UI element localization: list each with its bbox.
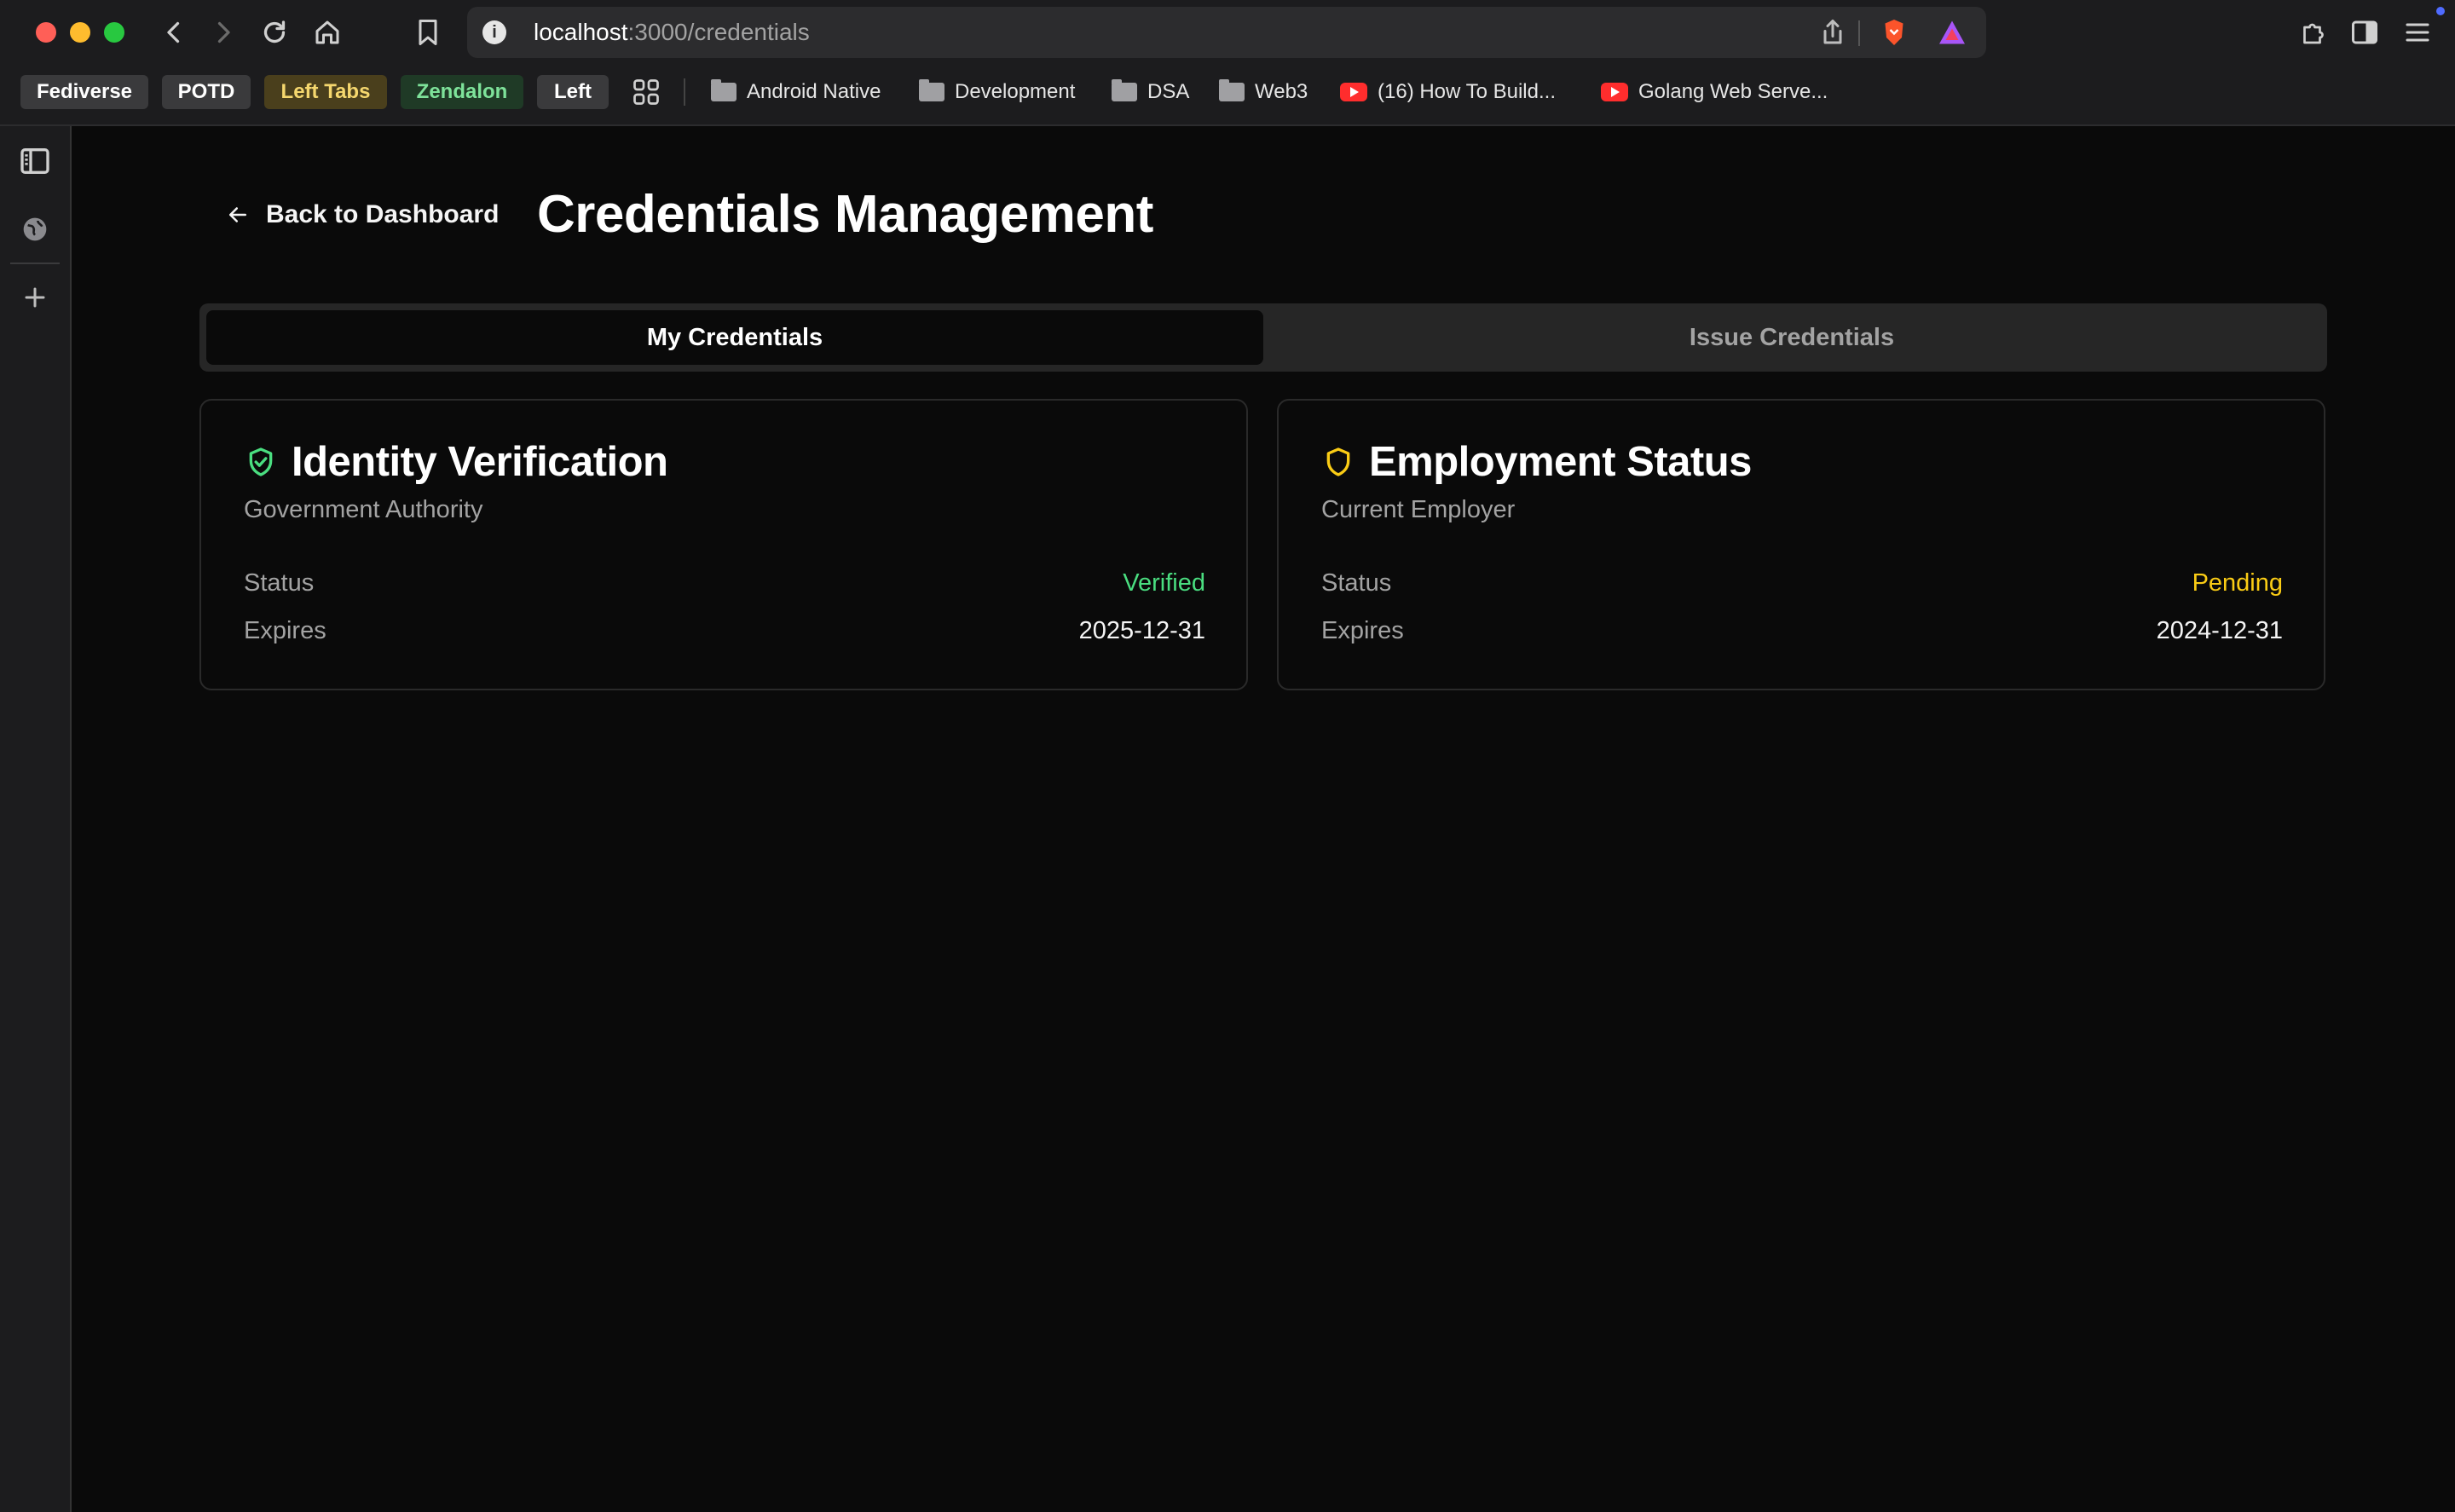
expires-label: Expires: [1321, 617, 1404, 644]
card-issuer: Government Authority: [244, 496, 483, 523]
minimize-window-button[interactable]: [70, 22, 90, 43]
folder-icon: [1112, 79, 1137, 101]
home-button[interactable]: [309, 15, 346, 49]
sidebar-panel-button[interactable]: [15, 141, 55, 181]
bookmark-label: Android Native: [747, 80, 881, 103]
youtube-icon: [1340, 83, 1367, 101]
back-to-dashboard-button[interactable]: Back to Dashboard: [225, 194, 499, 235]
card-header: Identity Verification: [244, 436, 668, 488]
url-text[interactable]: localhost:3000/credentials: [534, 17, 810, 48]
shield-check-icon: [249, 447, 273, 476]
grid-icon: [633, 79, 659, 105]
bookmark-web3[interactable]: Web3: [1219, 75, 1308, 109]
sidebar-divider: [10, 263, 60, 264]
status-value: Verified: [1123, 569, 1205, 597]
credentials-tabs: My Credentials Issue Credentials: [199, 303, 2327, 372]
reload-button[interactable]: [256, 15, 293, 49]
card-issuer: Current Employer: [1321, 496, 1516, 523]
bookmark-label: DSA: [1147, 80, 1190, 103]
notification-dot: [2436, 7, 2445, 15]
toolbar-divider: [1858, 20, 1860, 46]
tab-issue-credentials[interactable]: Issue Credentials: [1263, 310, 2320, 365]
share-button[interactable]: [1814, 15, 1851, 49]
tab-group-left[interactable]: Left: [537, 75, 609, 109]
bookmark-icon: [419, 20, 437, 45]
tab-group-potd[interactable]: POTD: [162, 75, 251, 109]
url-path: :3000/credentials: [627, 19, 810, 45]
bookmark-label: Golang Web Serve...: [1638, 80, 1828, 103]
page-title: Credentials Management: [537, 185, 1153, 244]
bookmark-label: Development: [955, 80, 1076, 103]
status-value: Pending: [2192, 569, 2283, 597]
maximize-window-button[interactable]: [104, 22, 124, 43]
sidebar-panel-icon: [2352, 20, 2377, 44]
chevron-left-icon: [167, 21, 180, 43]
bookmark-dsa[interactable]: DSA: [1112, 75, 1189, 109]
expires-value: 2024-12-31: [2156, 617, 2283, 644]
hamburger-icon: [2406, 23, 2429, 42]
brave-rewards-button[interactable]: [1933, 15, 1971, 49]
card-title: Employment Status: [1369, 439, 1752, 485]
credential-card-employment: Employment Status Current Employer Statu…: [1277, 399, 2325, 690]
arrow-left-icon: [229, 207, 246, 222]
tab-group-left-tabs[interactable]: Left Tabs: [264, 75, 387, 109]
reload-icon: [263, 20, 286, 43]
bookmark-golang-web-server[interactable]: Golang Web Serve...: [1601, 75, 1828, 109]
tab-group-fediverse[interactable]: Fediverse: [20, 75, 148, 109]
status-label: Status: [244, 569, 315, 597]
folder-icon: [711, 79, 736, 101]
close-window-button[interactable]: [36, 22, 56, 43]
forward-nav-button[interactable]: [205, 15, 242, 49]
bookmark-divider: [684, 78, 685, 106]
expires-value: 2025-12-31: [1078, 617, 1205, 644]
bookmark-development[interactable]: Development: [919, 75, 1075, 109]
folder-icon: [1219, 79, 1245, 101]
bookmark-button[interactable]: [409, 15, 447, 49]
puzzle-icon: [2303, 23, 2324, 44]
sidebar-toggle-button[interactable]: [2346, 15, 2383, 49]
status-label: Status: [1321, 569, 1392, 597]
bookmark-label: (16) How To Build...: [1378, 80, 1556, 103]
site-info-icon[interactable]: i: [482, 20, 506, 44]
extensions-button[interactable]: [2295, 15, 2332, 49]
back-label: Back to Dashboard: [266, 200, 500, 228]
bookmark-label: Web3: [1255, 80, 1308, 103]
card-title: Identity Verification: [292, 439, 668, 485]
bookmark-android-native[interactable]: Android Native: [711, 75, 881, 109]
expires-label: Expires: [244, 617, 326, 644]
url-host: localhost: [534, 19, 628, 45]
card-header: Employment Status: [1321, 436, 1752, 488]
menu-button[interactable]: [2399, 15, 2436, 49]
tab-my-credentials[interactable]: My Credentials: [206, 310, 1263, 365]
folder-icon: [919, 79, 944, 101]
tab-group-zendalon[interactable]: Zendalon: [401, 75, 523, 109]
plus-icon: [25, 287, 45, 308]
back-nav-button[interactable]: [155, 15, 193, 49]
home-icon: [315, 20, 339, 44]
globe-icon: [23, 217, 47, 241]
share-icon: [1823, 20, 1842, 44]
brave-lion-icon: [1885, 20, 1903, 45]
brave-shields-button[interactable]: [1875, 15, 1913, 49]
sidebar-add-button[interactable]: [15, 278, 55, 317]
tab-groups-grid-button[interactable]: [627, 75, 665, 109]
chevron-right-icon: [217, 21, 230, 43]
sidebar-web-button[interactable]: [15, 210, 55, 249]
bookmark-how-to-build[interactable]: (16) How To Build...: [1340, 75, 1556, 109]
credential-card-identity: Identity Verification Government Authori…: [199, 399, 1248, 690]
sidebar-panel-icon: [20, 148, 49, 174]
shield-icon: [1326, 447, 1350, 476]
youtube-icon: [1601, 83, 1628, 101]
rewards-triangle-icon: [1939, 20, 1965, 44]
browser-sidebar: [0, 126, 72, 1512]
